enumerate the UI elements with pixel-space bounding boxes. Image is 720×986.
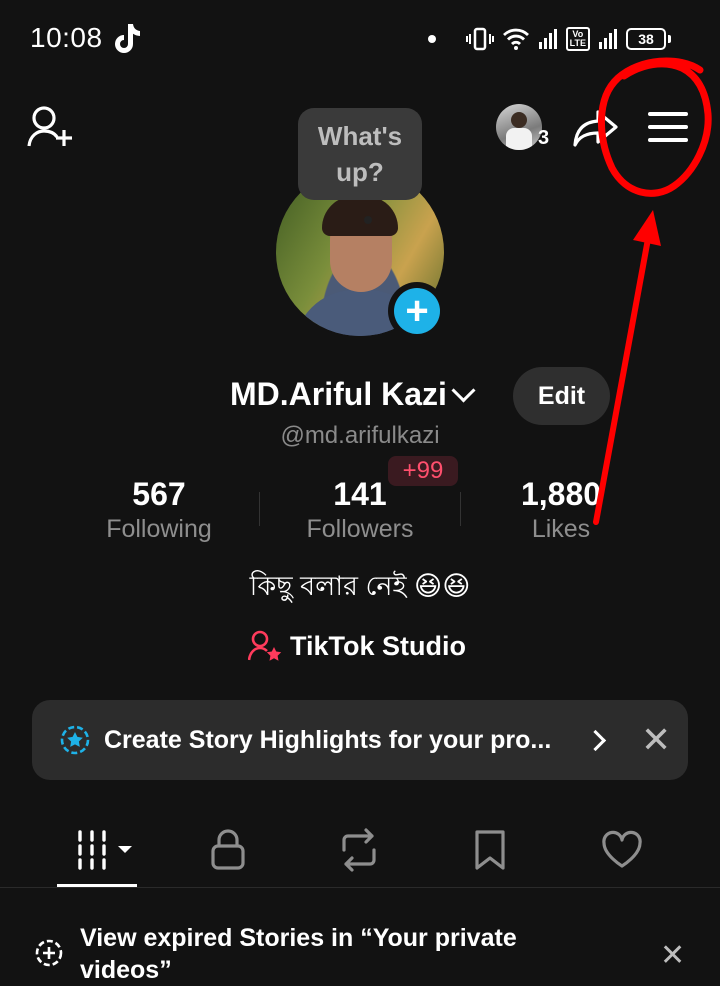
story-icon <box>35 939 63 967</box>
bio-text: কিছু বলার নেই 😆😆 <box>249 571 471 601</box>
chevron-down-icon <box>451 378 476 403</box>
vibrate-icon <box>465 27 494 51</box>
tiktok-notification-icon <box>115 24 140 53</box>
plus-icon: + <box>394 288 440 334</box>
username: @md.arifulkazi <box>280 422 440 449</box>
bookmark-icon[interactable] <box>472 828 508 872</box>
heart-icon[interactable] <box>600 828 644 872</box>
close-icon[interactable]: ✕ <box>641 722 671 758</box>
close-icon[interactable]: ✕ <box>660 938 685 973</box>
new-followers-badge: +99 <box>388 456 458 486</box>
display-name[interactable]: MD.Ariful Kazi <box>230 376 476 413</box>
videos-grid-icon[interactable] <box>74 828 136 872</box>
expired-stories-notice[interactable]: View expired Stories in “Your private vi… <box>34 922 580 986</box>
repost-icon[interactable] <box>336 828 382 872</box>
tiktok-studio-link[interactable]: TikTok Studio <box>248 630 466 662</box>
signal-icon-1 <box>538 29 557 49</box>
status-icons: Vo LTE 38 <box>427 22 671 56</box>
volte-icon: Vo LTE <box>565 27 590 51</box>
banner-text: Create Story Highlights for your pro... <box>104 725 552 754</box>
battery-icon: 38 <box>626 28 671 50</box>
status-bubble[interactable]: What's up? <box>298 108 422 200</box>
bubble-pointer <box>364 216 372 224</box>
add-story-button[interactable]: + <box>388 282 446 340</box>
expired-stories-text: View expired Stories in “Your private vi… <box>80 924 517 984</box>
edit-profile-button[interactable]: Edit <box>513 367 610 425</box>
creator-star-icon <box>248 630 282 661</box>
story-highlights-banner[interactable]: Create Story Highlights for your pro... … <box>32 700 688 780</box>
tabs-divider <box>0 887 720 888</box>
stat-likes[interactable]: 1,880 Likes <box>461 476 661 544</box>
profile-tabs <box>0 820 720 888</box>
add-friend-icon[interactable] <box>26 104 76 150</box>
share-icon[interactable] <box>572 108 620 148</box>
signal-icon-2 <box>599 29 617 49</box>
lock-icon[interactable] <box>208 828 248 872</box>
profile-views-avatar[interactable] <box>496 104 542 150</box>
profile-views-count: 3 <box>538 127 550 149</box>
story-highlight-icon <box>60 725 90 755</box>
chevron-right-icon[interactable] <box>584 729 607 751</box>
notification-dot-icon <box>427 35 436 43</box>
stat-following[interactable]: 567 Following <box>59 476 259 544</box>
status-time: 10:08 <box>30 22 103 53</box>
menu-icon[interactable] <box>648 112 688 151</box>
wifi-icon <box>502 28 529 50</box>
stat-followers[interactable]: 141 Followers <box>260 476 460 544</box>
